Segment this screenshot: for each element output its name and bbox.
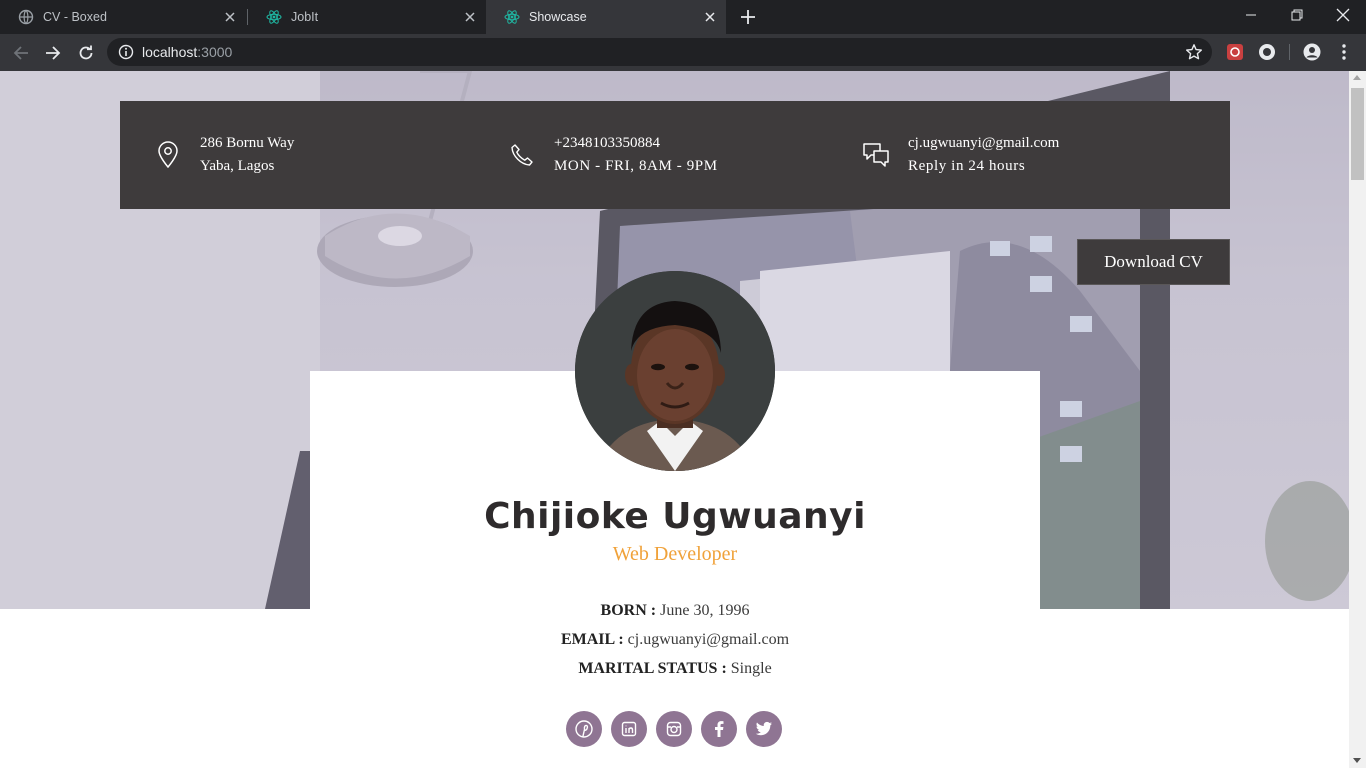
profile-avatar-icon[interactable]: [1302, 42, 1322, 62]
menu-kebab-icon[interactable]: [1334, 42, 1354, 62]
restore-icon[interactable]: [1274, 0, 1320, 30]
close-tab-icon[interactable]: [222, 9, 238, 25]
office-hours: MON - FRI, 8AM - 9PM: [554, 158, 718, 174]
tab-title: JobIt: [291, 10, 319, 24]
facebook-icon[interactable]: [701, 711, 737, 747]
contact-email[interactable]: cj.ugwuanyi@gmail.com: [908, 132, 1059, 155]
react-icon: [266, 9, 282, 25]
linkedin-icon[interactable]: [611, 711, 647, 747]
site-info-icon[interactable]: [118, 44, 134, 60]
pinterest-icon[interactable]: [566, 711, 602, 747]
extension-icon[interactable]: [1257, 42, 1277, 62]
email-block: cj.ugwuanyi@gmail.com Reply in 24 hours: [861, 101, 1059, 209]
tab-cv-boxed[interactable]: CV - Boxed: [0, 0, 246, 34]
close-window-icon[interactable]: [1320, 0, 1366, 30]
phone-icon: [507, 140, 537, 170]
url-text: localhost:3000: [142, 44, 233, 60]
map-pin-icon: [153, 140, 183, 170]
address-line-2: Yaba, Lagos: [200, 158, 275, 174]
address-line-1: 286 Bornu Way: [200, 135, 295, 151]
page-viewport: 286 Bornu Way Yaba, Lagos +2348103350884…: [0, 71, 1349, 768]
globe-icon: [18, 9, 34, 25]
social-links: [566, 711, 791, 747]
scroll-down-arrow-icon[interactable]: [1353, 758, 1361, 763]
minimize-icon[interactable]: [1228, 0, 1274, 30]
scrollbar-thumb[interactable]: [1351, 88, 1364, 180]
born-line: BORN : June 30, 1996: [310, 602, 1040, 620]
toolbar-separator: [1289, 44, 1290, 60]
bookmark-star-icon[interactable]: [1185, 43, 1203, 65]
forward-arrow-icon[interactable]: [40, 40, 66, 66]
scroll-up-arrow-icon[interactable]: [1353, 75, 1361, 80]
born-value: June 30, 1996: [660, 602, 750, 619]
phone-block: +2348103350884 MON - FRI, 8AM - 9PM: [507, 101, 718, 209]
profile-role: Web Developer: [612, 543, 738, 565]
tab-jobit[interactable]: JobIt: [248, 0, 486, 34]
close-tab-icon[interactable]: [702, 9, 718, 25]
email-line: EMAIL : cj.ugwuanyi@gmail.com: [310, 631, 1040, 649]
vertical-scrollbar[interactable]: [1349, 71, 1366, 768]
tab-showcase[interactable]: Showcase: [486, 0, 726, 34]
born-label: BORN :: [600, 602, 657, 619]
reply-time: Reply in 24 hours: [908, 158, 1026, 174]
marital-line: MARITAL STATUS : Single: [310, 660, 1040, 678]
close-tab-icon[interactable]: [462, 9, 478, 25]
browser-tab-strip: CV - Boxed JobIt Showcase: [0, 0, 1366, 34]
email-label: EMAIL :: [560, 631, 624, 648]
twitter-icon[interactable]: [746, 711, 782, 747]
address-bar[interactable]: localhost:3000: [107, 38, 1212, 66]
email-value: cj.ugwuanyi@gmail.com: [627, 631, 790, 648]
chat-bubbles-icon: [861, 140, 891, 170]
tab-title: CV - Boxed: [43, 10, 107, 24]
download-cv-button[interactable]: Download CV: [1077, 239, 1230, 285]
react-icon: [504, 9, 520, 25]
address-block: 286 Bornu Way Yaba, Lagos: [153, 101, 294, 209]
marital-value: Single: [730, 660, 772, 677]
avatar: [575, 271, 775, 471]
extension-icon[interactable]: [1225, 42, 1245, 62]
phone-number[interactable]: +2348103350884: [554, 132, 718, 155]
new-tab-plus-icon[interactable]: [737, 6, 759, 28]
reload-icon[interactable]: [73, 40, 99, 66]
tab-title: Showcase: [529, 10, 587, 24]
profile-name: Chijioke Ugwuanyi: [484, 496, 866, 537]
instagram-icon[interactable]: [656, 711, 692, 747]
marital-label: MARITAL STATUS :: [578, 660, 727, 677]
back-arrow-icon[interactable]: [8, 40, 34, 66]
contact-info-bar: 286 Bornu Way Yaba, Lagos +2348103350884…: [120, 101, 1230, 209]
